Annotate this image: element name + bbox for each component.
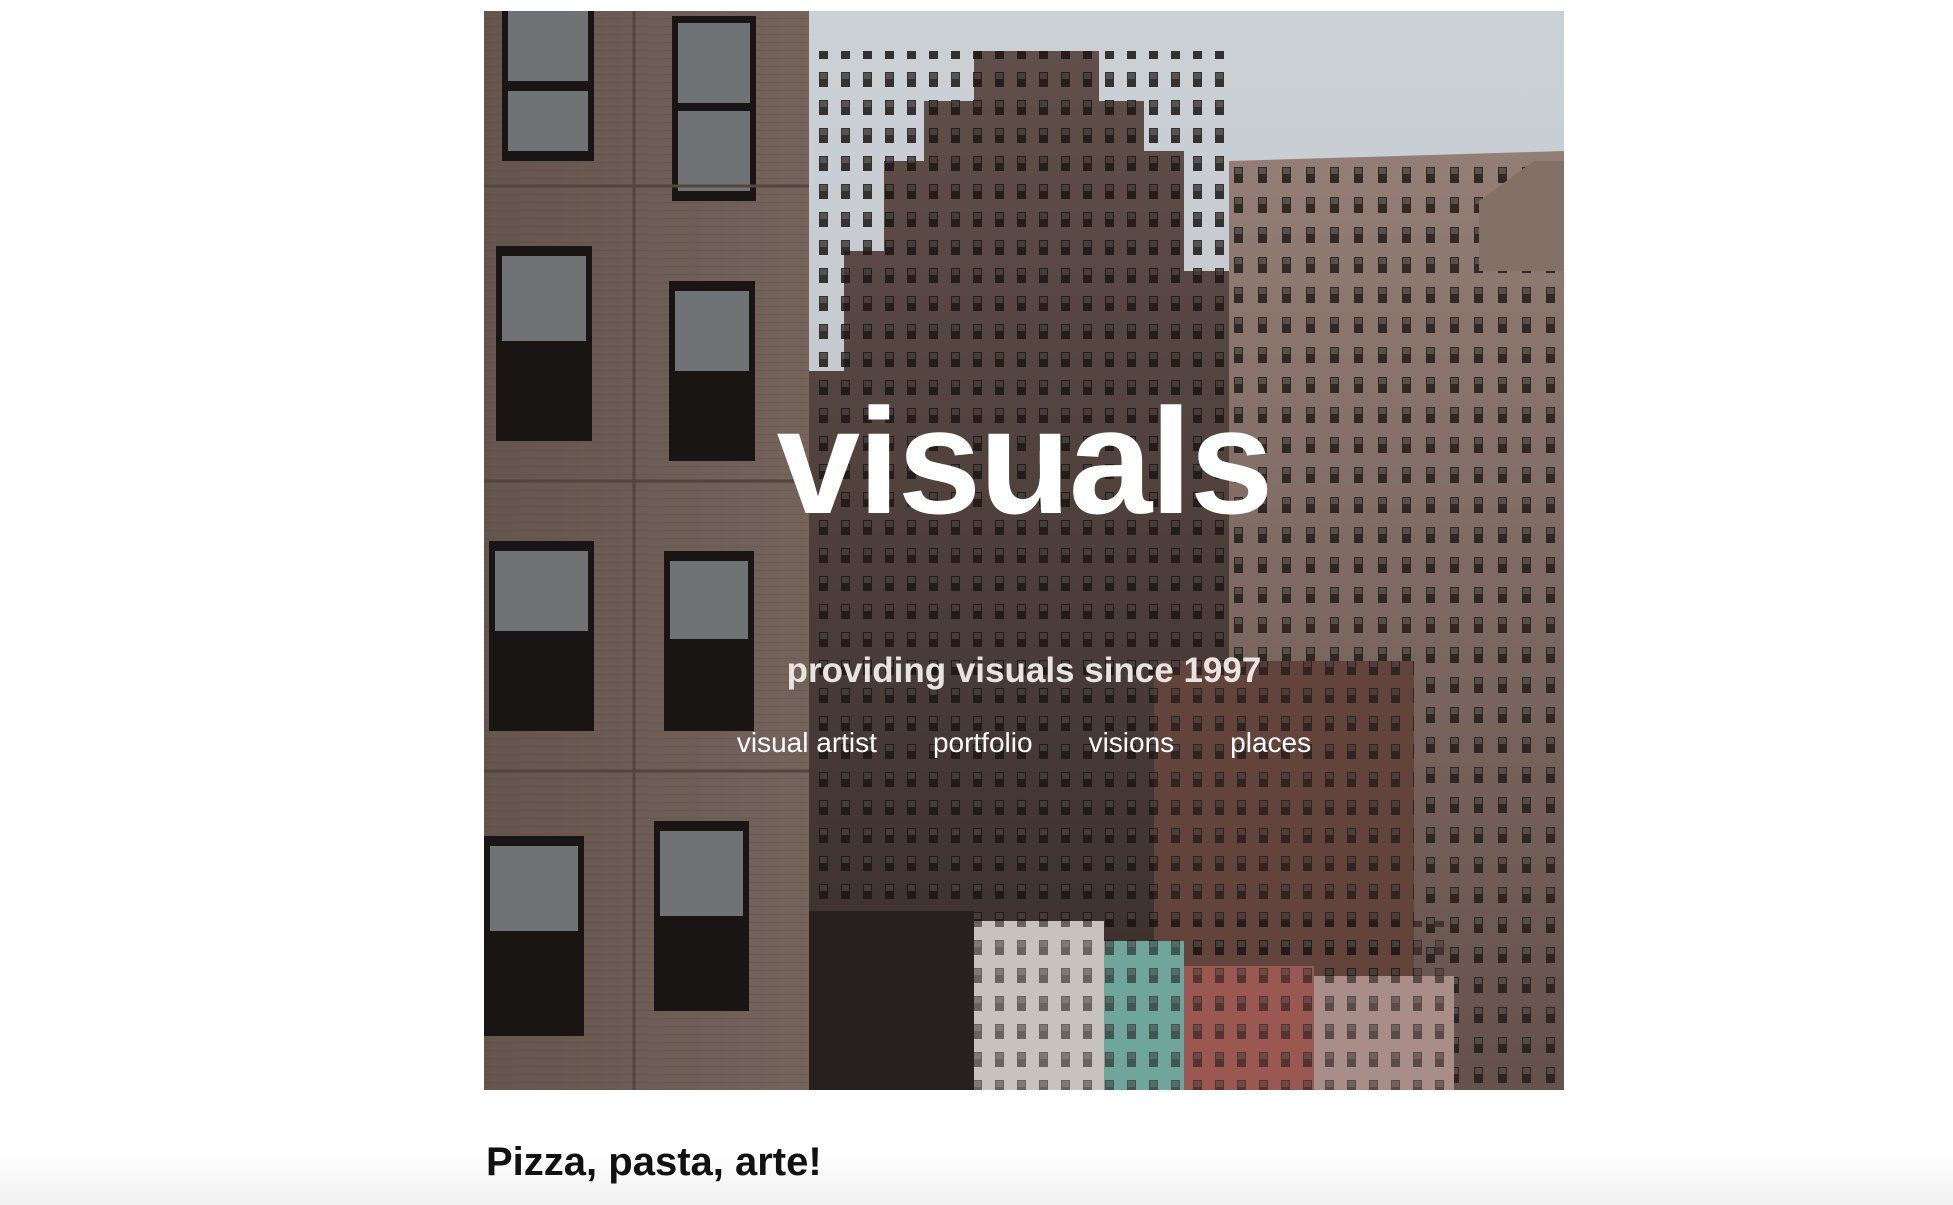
nav-item-visions[interactable]: visions — [1089, 725, 1175, 761]
nav-item-portfolio[interactable]: portfolio — [933, 725, 1033, 761]
page: visuals providing visuals since 1997 vis… — [0, 0, 1953, 1205]
hero-section: visuals providing visuals since 1997 vis… — [484, 11, 1564, 1090]
site-title[interactable]: visuals — [484, 386, 1564, 536]
hero-overlay: visuals providing visuals since 1997 vis… — [484, 11, 1564, 1090]
section-heading: Pizza, pasta, arte! — [486, 1140, 822, 1184]
bottom-fade — [0, 1150, 1953, 1205]
tagline: providing visuals since 1997 — [786, 651, 1262, 690]
nav-item-visual-artist[interactable]: visual artist — [737, 725, 877, 761]
main-nav: visual artist portfolio visions places — [484, 725, 1564, 761]
nav-item-places[interactable]: places — [1230, 725, 1311, 761]
